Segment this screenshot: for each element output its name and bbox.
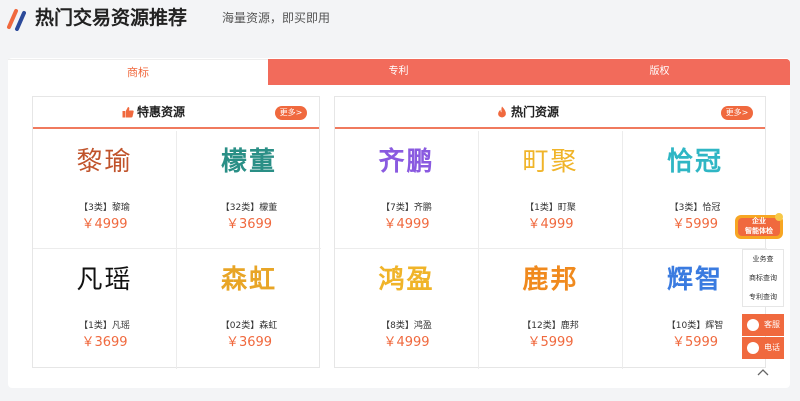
trademark-price: ￥3699 xyxy=(225,335,273,350)
trademark-name: 【7类】齐鹏 xyxy=(381,203,432,213)
discount-item-4[interactable]: 森虹 【02类】森虹 ￥3699 xyxy=(177,249,321,369)
discount-item-2[interactable]: 檬董 【32类】檬董 ￥3699 xyxy=(177,131,321,249)
side-menu-business-query[interactable]: 业务查 xyxy=(743,250,783,269)
customer-service-label: 客服 xyxy=(764,320,780,329)
trademark-logo: 檬董 xyxy=(220,147,277,177)
hot-item-4[interactable]: 鸿盈 【8类】鸿盈 ￥4999 xyxy=(335,249,479,369)
hot-item-5[interactable]: 鹿邦 【12类】鹿邦 ￥5999 xyxy=(479,249,623,369)
discount-grid: 黎瑜 【3类】黎瑜 ￥4999 檬董 【32类】檬董 ￥3699 凡瑶 【1类】… xyxy=(33,131,321,369)
discount-item-1[interactable]: 黎瑜 【3类】黎瑜 ￥4999 xyxy=(33,131,177,249)
discount-more-button[interactable]: 更多> xyxy=(275,106,307,120)
category-tabs: 商标 专利 版权 xyxy=(8,59,790,85)
page-subtitle: 海量资源，即买即用 xyxy=(222,11,331,25)
phone-icon xyxy=(747,342,759,354)
panel-hot-header: 热门资源 更多> xyxy=(335,97,765,129)
trademark-name: 【8类】鸿盈 xyxy=(381,321,432,331)
trademark-name: 【3类】黎瑜 xyxy=(79,203,130,213)
trademark-logo: 齐鹏 xyxy=(378,147,435,177)
tab-trademark[interactable]: 商标 xyxy=(8,59,268,85)
chat-icon xyxy=(747,319,759,331)
brand-logo-icon xyxy=(7,9,26,31)
trademark-logo: 森虹 xyxy=(220,265,277,295)
chevron-up-icon[interactable] xyxy=(757,367,769,377)
panel-discount: 特惠资源 更多> 黎瑜 【3类】黎瑜 ￥4999 檬董 【32类】檬董 ￥369… xyxy=(32,96,321,369)
tab-copyright[interactable]: 版权 xyxy=(529,59,790,85)
hot-item-1[interactable]: 齐鹏 【7类】齐鹏 ￥4999 xyxy=(335,131,479,249)
trademark-name: 【12类】鹿邦 xyxy=(522,321,579,331)
phone-button[interactable]: 电话 xyxy=(742,337,784,359)
side-menu-trademark-query[interactable]: 商标查询 xyxy=(743,269,783,288)
trademark-price: ￥5999 xyxy=(527,335,574,350)
page-title: 热门交易资源推荐 xyxy=(35,7,188,29)
panel-discount-header: 特惠资源 更多> xyxy=(33,97,319,129)
trademark-price: ￥4999 xyxy=(527,217,574,232)
tab-patent[interactable]: 专利 xyxy=(268,59,529,85)
panel-hot: 热门资源 更多> 齐鹏 【7类】齐鹏 ￥4999 町聚 【1类】町聚 ￥4999… xyxy=(334,96,767,369)
resource-card: 商标 专利 版权 特惠资源 更多> 黎瑜 【3类】黎瑜 ￥4999 檬董 【32… xyxy=(8,58,790,388)
panel-hot-title: 热门资源 xyxy=(511,105,560,119)
customer-service-button[interactable]: 客服 xyxy=(742,314,784,336)
trademark-logo: 鸿盈 xyxy=(378,265,435,295)
trademark-price: ￥4999 xyxy=(81,217,128,232)
trademark-name: 【32类】檬董 xyxy=(220,203,278,213)
flame-icon xyxy=(498,106,506,118)
thumbs-up-icon xyxy=(122,107,134,118)
trademark-price: ￥4999 xyxy=(383,335,430,350)
trademark-logo: 凡瑶 xyxy=(76,265,133,295)
hot-item-2[interactable]: 町聚 【1类】町聚 ￥4999 xyxy=(479,131,623,249)
trademark-logo: 町聚 xyxy=(522,147,579,177)
badge-line1: 企业 xyxy=(752,217,766,225)
side-menu-patent-query[interactable]: 专利查询 xyxy=(743,288,783,307)
trademark-logo: 鹿邦 xyxy=(522,265,579,295)
trademark-logo: 恰冠 xyxy=(666,147,723,177)
discount-item-3[interactable]: 凡瑶 【1类】凡瑶 ￥3699 xyxy=(33,249,177,369)
trademark-name: 【1类】凡瑶 xyxy=(79,321,130,331)
badge-line2: 智能体检 xyxy=(745,227,773,235)
hot-more-button[interactable]: 更多> xyxy=(721,106,753,120)
panel-discount-title: 特惠资源 xyxy=(137,105,186,119)
enterprise-checkup-badge[interactable]: 企业 智能体检 xyxy=(733,212,785,242)
side-menu: 业务查 商标查询 专利查询 xyxy=(742,249,784,307)
trademark-price: ￥3699 xyxy=(81,335,128,350)
page-header: 热门交易资源推荐 海量资源，即买即用 xyxy=(0,0,800,40)
phone-label: 电话 xyxy=(764,343,780,352)
trademark-logo: 黎瑜 xyxy=(76,147,133,177)
trademark-name: 【02类】森虹 xyxy=(220,321,278,331)
trademark-price: ￥3699 xyxy=(225,217,273,232)
trademark-name: 【1类】町聚 xyxy=(525,203,576,213)
hot-grid: 齐鹏 【7类】齐鹏 ￥4999 町聚 【1类】町聚 ￥4999 恰冠 【3类】恰… xyxy=(335,131,767,369)
trademark-price: ￥4999 xyxy=(383,217,430,232)
